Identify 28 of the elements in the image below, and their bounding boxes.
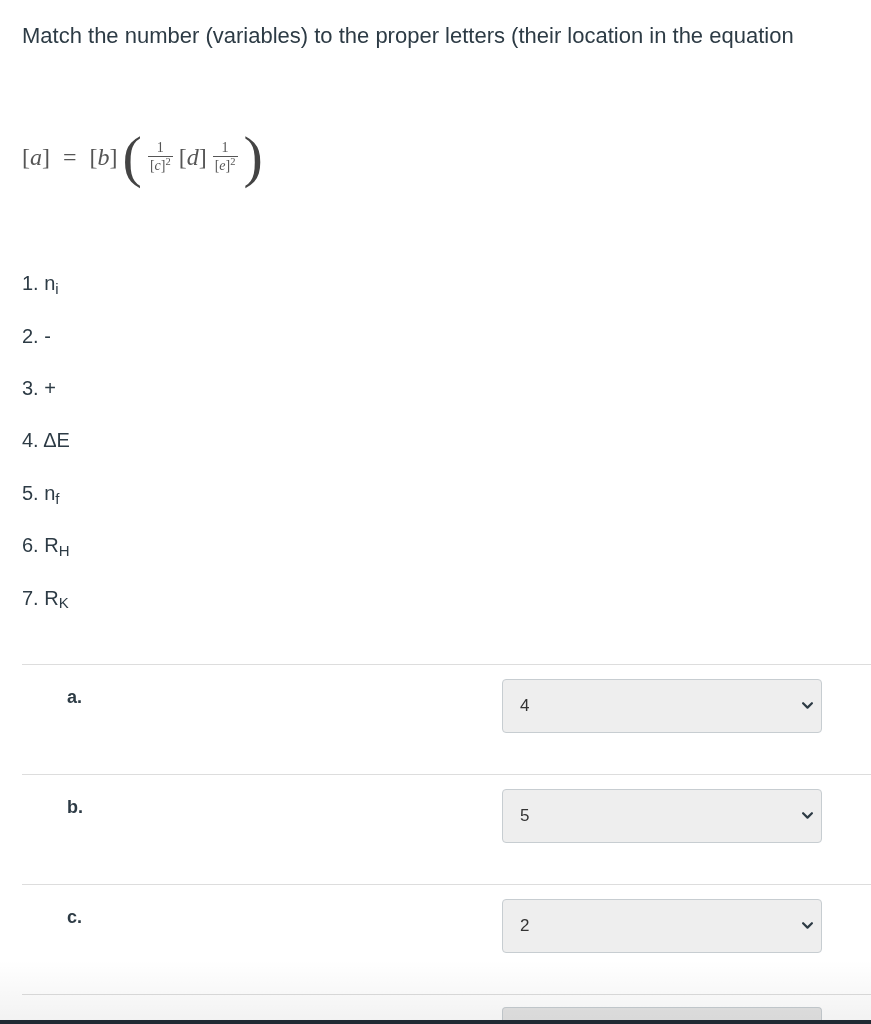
match-letter: c. [67, 905, 82, 928]
fraction-denominator: [e]$^{2}$ [213, 157, 237, 174]
option-text: 6. R$_{H}$ [22, 533, 70, 559]
option-text: 1. n$_{i}$ [22, 271, 59, 297]
fraction-denominator: [c]$^{2}$ [148, 157, 172, 174]
option-text: 7. R$_{K}$ [22, 585, 69, 611]
equation-variable: [b] [89, 143, 118, 171]
close-parenthesis: ) [243, 127, 263, 187]
option-text: 4. ΔE [22, 428, 70, 454]
equals-sign: = [63, 143, 77, 171]
question-prompt: Match the number (variables) to the proper letters (their location in the equation [22, 22, 794, 50]
chevron-down-icon [802, 921, 813, 930]
equation-variable: [a] [22, 143, 50, 171]
match-letter: b. [67, 795, 83, 818]
option-text: 5. n$_{f}$ [22, 480, 60, 506]
match-letter: a. [67, 685, 82, 708]
open-parenthesis: ( [122, 127, 142, 187]
fraction-numerator: 1 [220, 140, 230, 156]
dropdown-select[interactable]: 5 [502, 788, 822, 843]
dropdown-select[interactable] [502, 1006, 822, 1021]
option-text: 3. + [22, 375, 56, 401]
dropdown-select[interactable]: 4 [502, 678, 822, 733]
chevron-down-icon [802, 701, 813, 710]
chevron-down-icon [802, 811, 813, 820]
fraction-numerator: 1 [155, 140, 165, 156]
option-text: 2. - [22, 323, 51, 349]
equation-variable: [d] [178, 143, 207, 171]
dropdown-select[interactable]: 2 [502, 898, 822, 953]
